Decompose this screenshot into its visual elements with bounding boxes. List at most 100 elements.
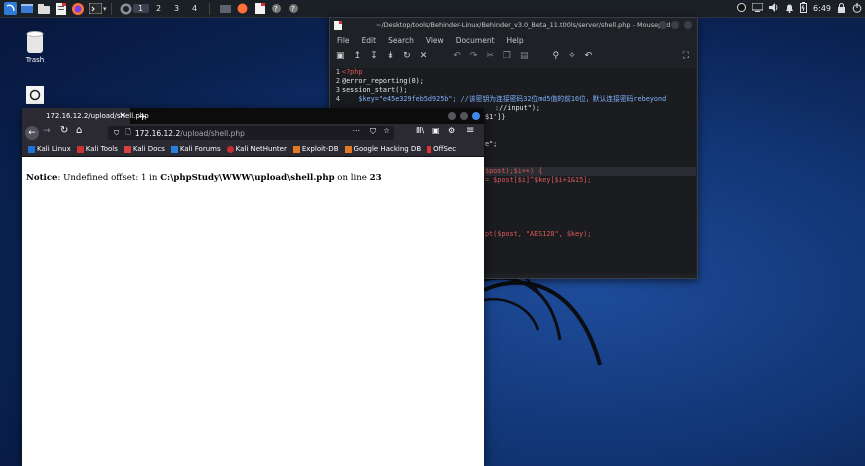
top-panel: ▾ 1 2 3 4 ? ? 6:49 bbox=[0, 0, 865, 18]
bookmark-kali-linux[interactable]: Kali Linux bbox=[28, 145, 71, 153]
menu-document[interactable]: Document bbox=[456, 36, 495, 45]
search-replace-icon[interactable]: ✧ bbox=[568, 51, 576, 61]
file-icon bbox=[26, 86, 44, 104]
chevron-down-icon[interactable]: ▾ bbox=[103, 5, 107, 13]
show-desktop-icon[interactable] bbox=[20, 3, 34, 15]
bookmark-kali-nethunter[interactable]: Kali NetHunter bbox=[226, 145, 287, 153]
menu-view[interactable]: View bbox=[426, 36, 444, 45]
taskbar-firefox-icon[interactable] bbox=[236, 3, 250, 15]
mousepad-titlebar[interactable]: ~/Desktop/tools/Behinder-Linux/Behinder_… bbox=[330, 18, 697, 33]
workspace-switcher-icon[interactable] bbox=[119, 3, 133, 15]
workspace-3[interactable]: 3 bbox=[169, 4, 185, 13]
tab-strip: 172.16.12.2/upload/shell.php ✕ + bbox=[22, 108, 484, 124]
lock-screen-icon[interactable] bbox=[837, 2, 846, 15]
terminal-icon[interactable] bbox=[88, 3, 102, 15]
battery-icon[interactable] bbox=[800, 2, 808, 15]
bookmark-kali-forums[interactable]: Kali Forums bbox=[170, 145, 221, 153]
notice-path: C:\phpStudy\WWW\upload\shell.php bbox=[160, 173, 335, 183]
bookmark-exploit-db[interactable]: Exploit-DB bbox=[292, 145, 339, 153]
taskbar-mousepad-icon[interactable] bbox=[253, 3, 267, 15]
workspace-1[interactable]: 1 bbox=[132, 4, 149, 13]
bookmark-kali-tools[interactable]: Kali Tools bbox=[76, 145, 118, 153]
ff-close-button[interactable] bbox=[472, 112, 480, 120]
nethunter-icon bbox=[226, 145, 234, 153]
svg-text:?: ? bbox=[291, 5, 295, 13]
close-button[interactable] bbox=[684, 21, 692, 29]
home-icon[interactable]: ⌂ bbox=[76, 125, 82, 136]
page-info-icon[interactable]: 🗋 bbox=[125, 128, 131, 139]
url-bar[interactable]: ⛉ 🗋 172.16.12.2/upload/shell.php ⋯ ⛉ ☆ bbox=[108, 126, 394, 140]
taskbar-tool-icon[interactable]: ? bbox=[270, 3, 284, 15]
close-tab-icon[interactable]: ✕ bbox=[119, 111, 126, 120]
library-icon[interactable]: Ⅲ\ bbox=[416, 126, 424, 135]
code-line: 3 session_start(); bbox=[335, 86, 408, 94]
back-icon[interactable]: ← bbox=[25, 126, 39, 140]
file-manager-icon[interactable] bbox=[37, 3, 51, 15]
pocket-icon[interactable]: ⛉ bbox=[370, 127, 376, 137]
menu-file[interactable]: File bbox=[337, 36, 350, 45]
menu-hamburger-icon[interactable]: ≡ bbox=[466, 125, 474, 136]
mousepad-app-icon bbox=[334, 21, 342, 30]
workspace-2[interactable]: 2 bbox=[151, 4, 167, 13]
trash-icon bbox=[26, 31, 44, 53]
open-file-icon[interactable]: ↥ bbox=[354, 51, 362, 61]
save-as-icon[interactable]: ↡ bbox=[387, 51, 395, 61]
browser-tab[interactable]: 172.16.12.2/upload/shell.php ✕ bbox=[22, 108, 149, 124]
record-icon[interactable] bbox=[737, 3, 747, 14]
bookmark-kali-docs[interactable]: Kali Docs bbox=[123, 145, 165, 153]
save-file-icon[interactable]: ↧ bbox=[370, 51, 378, 61]
clock[interactable]: 6:49 bbox=[813, 4, 831, 13]
volume-icon[interactable] bbox=[769, 3, 779, 14]
menu-search[interactable]: Search bbox=[388, 36, 414, 45]
shield-icon[interactable]: ⛉ bbox=[114, 129, 119, 138]
goto-line-icon[interactable]: ↶ bbox=[585, 51, 593, 61]
text-editor-icon[interactable] bbox=[54, 2, 68, 15]
forward-icon[interactable]: → bbox=[43, 126, 51, 136]
bookmark-star-icon[interactable]: ☆ bbox=[383, 126, 390, 135]
bookmark-offsec[interactable]: OffSec bbox=[427, 145, 456, 153]
reload-page-icon[interactable]: ↻ bbox=[60, 125, 68, 136]
menu-help[interactable]: Help bbox=[507, 36, 524, 45]
firefox-window: 172.16.12.2/upload/shell.php ✕ + ← → ↻ ⌂… bbox=[22, 108, 484, 466]
firefox-icon[interactable] bbox=[71, 2, 85, 15]
display-icon[interactable] bbox=[751, 2, 764, 14]
paste-icon[interactable]: ▤ bbox=[520, 51, 529, 61]
minimize-button[interactable] bbox=[659, 21, 667, 29]
cut-icon[interactable]: ✂ bbox=[486, 51, 494, 61]
fullscreen-icon[interactable]: ⛶ bbox=[683, 51, 689, 61]
page-content: Notice: Undefined offset: 1 in C:\phpStu… bbox=[22, 157, 484, 466]
trash-label: Trash bbox=[25, 56, 45, 64]
trash-desktop-icon[interactable]: Trash bbox=[20, 30, 50, 64]
workspace-4[interactable]: 4 bbox=[187, 4, 203, 13]
search-icon[interactable]: ⚲ bbox=[552, 51, 559, 61]
notice-line: 23 bbox=[369, 173, 382, 183]
bookmark-google-hacking-db[interactable]: Google Hacking DB bbox=[344, 145, 421, 153]
exploit-db-icon bbox=[292, 145, 300, 153]
ff-maximize-button[interactable] bbox=[460, 112, 468, 120]
close-document-icon[interactable]: ✕ bbox=[420, 51, 428, 61]
reload-icon[interactable]: ↻ bbox=[403, 51, 411, 61]
notice-online: on line bbox=[334, 173, 370, 183]
kali-docs-icon bbox=[123, 145, 131, 153]
bookmarks-toolbar: Kali Linux Kali Tools Kali Docs Kali For… bbox=[22, 142, 484, 157]
ff-minimize-button[interactable] bbox=[448, 112, 456, 120]
system-tray: 6:49 bbox=[737, 0, 865, 17]
page-actions-icon[interactable]: ⋯ bbox=[353, 126, 361, 135]
undo-icon[interactable]: ↶ bbox=[453, 51, 461, 61]
logout-icon[interactable] bbox=[852, 2, 862, 15]
copy-icon[interactable]: ❐ bbox=[503, 51, 511, 61]
taskbar-tool-icon-2[interactable]: ? bbox=[287, 3, 301, 15]
taskbar-window-icon[interactable] bbox=[219, 3, 233, 15]
extension-icon[interactable]: ⚙ bbox=[448, 126, 455, 135]
new-document-icon[interactable]: ▣ bbox=[336, 51, 345, 61]
notification-bell-icon[interactable] bbox=[785, 3, 794, 15]
redo-icon[interactable]: ↷ bbox=[470, 51, 478, 61]
desktop-file-icon[interactable] bbox=[25, 86, 45, 106]
kali-forums-icon bbox=[170, 145, 178, 153]
code-line: 1 <?php bbox=[335, 68, 363, 76]
kali-menu-icon[interactable] bbox=[3, 2, 17, 15]
sidebar-icon[interactable]: ▣ bbox=[432, 126, 440, 135]
ghdb-icon bbox=[344, 145, 352, 153]
menu-edit[interactable]: Edit bbox=[362, 36, 377, 45]
maximize-button[interactable] bbox=[671, 21, 679, 29]
